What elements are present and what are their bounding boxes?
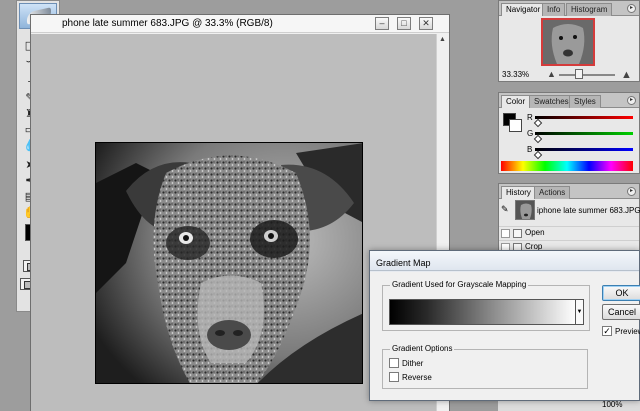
gradient-options-label: Gradient Options — [390, 344, 455, 353]
navigator-panel: Navigator Info Histogram ▸ 33.33% ▲ ▲ — [498, 0, 640, 82]
history-brush-source-icon[interactable]: ✎ — [501, 204, 511, 214]
tab-navigator[interactable]: Navigator — [501, 3, 546, 16]
tab-actions[interactable]: Actions — [534, 186, 571, 199]
green-slider-handle[interactable] — [533, 134, 543, 144]
panel-menu-icon[interactable]: ▸ — [627, 187, 636, 196]
tab-histogram[interactable]: Histogram — [566, 3, 613, 16]
channel-b-label: B — [527, 145, 533, 154]
zoom-in-icon[interactable]: ▲ — [621, 69, 632, 81]
history-step-label: Open — [525, 228, 545, 237]
panel-menu-icon[interactable]: ▸ — [627, 4, 636, 13]
navigator-zoom-value[interactable]: 33.33% — [502, 70, 529, 79]
zoom-out-icon[interactable]: ▲ — [547, 69, 556, 79]
tab-color[interactable]: Color — [501, 95, 531, 108]
status-zoom: 100% — [602, 400, 623, 409]
document-titlebar[interactable]: phone late summer 683.JPG @ 33.3% (RGB/8… — [31, 15, 449, 33]
red-slider[interactable] — [535, 116, 633, 119]
preview-checkbox[interactable]: ✓ — [602, 326, 612, 336]
dialog-titlebar[interactable]: Gradient Map — [370, 251, 639, 271]
color-spectrum-bar[interactable] — [501, 161, 633, 171]
gradient-options-group — [382, 349, 588, 389]
dither-label: Dither — [402, 359, 424, 368]
background-color-swatch[interactable] — [509, 119, 522, 132]
tab-history[interactable]: History — [501, 186, 536, 199]
channel-r-label: R — [527, 113, 533, 122]
minimize-button[interactable]: – — [375, 17, 389, 30]
dialog-title: Gradient Map — [376, 258, 431, 268]
ok-button[interactable]: OK — [602, 285, 640, 301]
gradient-dropdown-icon[interactable]: ▼ — [575, 299, 584, 325]
panel-menu-icon[interactable]: ▸ — [627, 96, 636, 105]
gradient-map-dialog: Gradient Map Gradient Used for Grayscale… — [369, 250, 640, 401]
close-button[interactable]: ✕ — [419, 17, 433, 30]
zoom-slider-track[interactable] — [559, 74, 615, 76]
gradient-preview[interactable] — [389, 299, 577, 325]
tab-info[interactable]: Info — [542, 3, 566, 16]
red-slider-handle[interactable] — [533, 118, 543, 128]
tab-swatches[interactable]: Swatches — [529, 95, 574, 108]
navigator-thumbnail[interactable] — [541, 18, 595, 66]
reverse-checkbox[interactable] — [389, 372, 399, 382]
history-step-open[interactable]: Open — [499, 226, 639, 240]
blue-slider[interactable] — [535, 148, 633, 151]
snapshot-thumbnail[interactable] — [515, 200, 535, 220]
document-icon — [513, 229, 522, 238]
snapshot-label[interactable]: iphone late summer 683.JPG — [537, 206, 640, 215]
green-slider[interactable] — [535, 132, 633, 135]
cancel-button[interactable]: Cancel — [602, 304, 640, 320]
zoom-slider-handle[interactable] — [575, 69, 583, 79]
blue-slider-handle[interactable] — [533, 150, 543, 160]
document-title: phone late summer 683.JPG @ 33.3% (RGB/8… — [62, 18, 273, 29]
scroll-up-arrow-icon[interactable]: ▲ — [439, 36, 447, 44]
channel-g-label: G — [527, 129, 534, 138]
maximize-button[interactable]: □ — [397, 17, 411, 30]
history-step-checkbox[interactable] — [501, 229, 510, 238]
dog-photo[interactable] — [95, 142, 363, 384]
tab-styles[interactable]: Styles — [569, 95, 601, 108]
dither-checkbox[interactable] — [389, 358, 399, 368]
preview-label: Preview — [615, 327, 640, 336]
grayscale-mapping-label: Gradient Used for Grayscale Mapping — [390, 280, 529, 289]
reverse-label: Reverse — [402, 373, 432, 382]
color-panel: Color Swatches Styles ▸ R G B — [498, 92, 640, 174]
